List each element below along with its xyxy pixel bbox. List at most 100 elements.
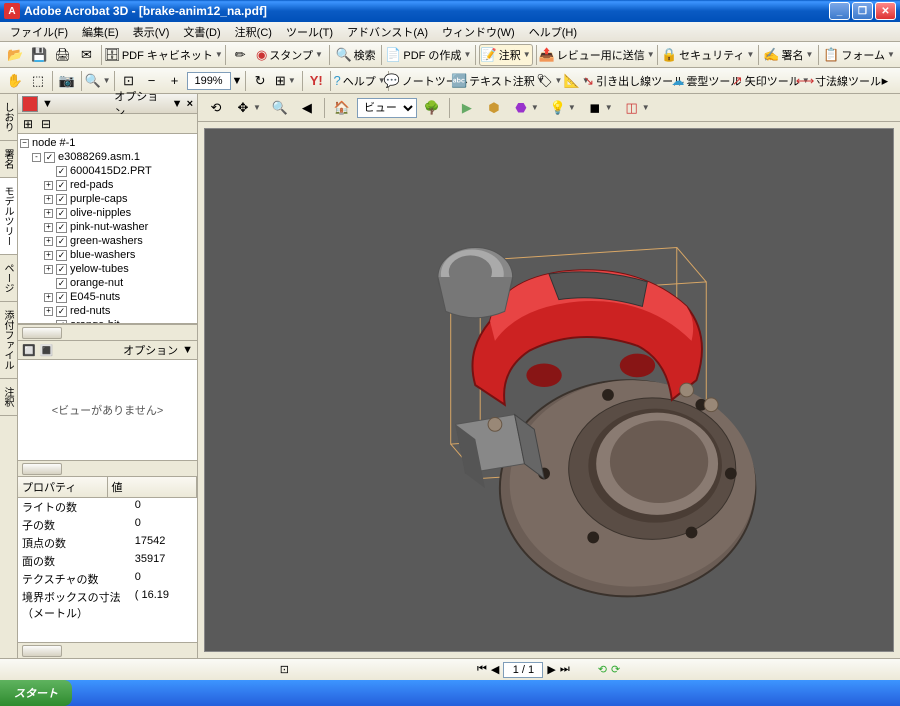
nav-button[interactable]: ✥▼ xyxy=(231,97,265,119)
tree-item[interactable]: +✓olive-nipples xyxy=(20,206,195,220)
tab-bookmarks[interactable]: しおり xyxy=(0,94,17,141)
send-review-button[interactable]: 📤レビュー用に送信▼ xyxy=(540,44,654,66)
menubar: ファイル(F) 編集(E) 表示(V) 文書(D) 注釈(C) ツール(T) ア… xyxy=(0,22,900,42)
fwd-nav-button[interactable]: ⟳ xyxy=(611,663,620,676)
cube-button[interactable]: ⬢ xyxy=(482,97,506,119)
tree-item[interactable]: +✓red-pads xyxy=(20,178,195,192)
menu-window[interactable]: ウィンドウ(W) xyxy=(436,22,521,42)
collapse-all-icon[interactable]: ⊟ xyxy=(38,116,54,132)
cloud-tool[interactable]: ☁雲型ツール xyxy=(676,70,736,92)
prev-page-button[interactable]: ◀ xyxy=(491,663,499,676)
form-button[interactable]: 📋フォーム▼ xyxy=(822,44,896,66)
next-page-button[interactable]: ▶ xyxy=(547,663,555,676)
callout-tool[interactable]: ↘引き出し線ツール xyxy=(592,70,675,92)
menu-document[interactable]: 文書(D) xyxy=(177,22,226,42)
annotate-button[interactable]: 📝注釈▼ xyxy=(479,44,533,66)
save-button[interactable]: 💾 xyxy=(28,44,51,66)
home-button[interactable]: 🏠 xyxy=(330,97,354,119)
first-page-button[interactable]: ⏮ xyxy=(477,663,487,676)
security-button[interactable]: 🔒セキュリティ▼ xyxy=(661,44,755,66)
back-button[interactable]: ◀ xyxy=(295,97,319,119)
views-icon1[interactable]: 🔲 xyxy=(22,344,36,357)
stamp-button[interactable]: ◉スタンプ▼ xyxy=(253,44,327,66)
zoom-input[interactable] xyxy=(187,72,231,90)
3d-canvas[interactable] xyxy=(204,128,894,652)
minimize-button[interactable]: _ xyxy=(829,2,850,20)
section-button[interactable]: ◫▼ xyxy=(620,97,654,119)
tab-modeltree[interactable]: モデルツリー xyxy=(0,178,17,255)
tree-item[interactable]: +✓red-nuts xyxy=(20,304,195,318)
views-icon2[interactable]: 🔳 xyxy=(40,344,54,357)
tree-item[interactable]: -✓e3088269.asm.1 xyxy=(20,150,195,164)
color-swatch[interactable] xyxy=(22,96,38,112)
views-options[interactable]: オプション xyxy=(123,342,178,358)
pdf-create-button[interactable]: 📄PDF の作成▼ xyxy=(385,44,472,66)
menu-advanced[interactable]: アドバンスト(A) xyxy=(341,22,434,42)
note-tool-button[interactable]: 💬ノートツール xyxy=(392,70,460,92)
tree-item[interactable]: +✓yelow-tubes xyxy=(20,262,195,276)
tree-item[interactable]: +✓blue-washers xyxy=(20,248,195,262)
cloud-icon: ☁ xyxy=(671,73,684,89)
view-select[interactable]: ビュー xyxy=(357,98,417,118)
grid-button[interactable]: ⊞▼ xyxy=(272,70,298,92)
menu-view[interactable]: 表示(V) xyxy=(127,22,176,42)
last-page-button[interactable]: ⏭ xyxy=(560,663,570,676)
rotate-3d-button[interactable]: ⟲ xyxy=(204,97,228,119)
pencil-button[interactable]: ✏ xyxy=(229,44,252,66)
tree-item[interactable]: ✓orange-nut xyxy=(20,276,195,290)
note-icon: 📝 xyxy=(481,47,497,63)
snapshot-tool[interactable]: 📷 xyxy=(56,70,78,92)
menu-tools[interactable]: ツール(T) xyxy=(280,22,339,42)
back-nav-button[interactable]: ⟲ xyxy=(598,663,607,676)
tab-signatures[interactable]: 署名 xyxy=(0,141,17,178)
tree-item[interactable]: +✓purple-caps xyxy=(20,192,195,206)
select-tool[interactable]: ⬚ xyxy=(27,70,49,92)
tree-scrollbar[interactable] xyxy=(18,324,197,340)
pdf-cabinet-button[interactable]: 🗄PDF キャビネット▼ xyxy=(105,44,222,66)
swatch-dropdown[interactable]: ▼ xyxy=(42,98,53,110)
sign-button[interactable]: ✍署名▼ xyxy=(761,44,815,66)
rotate-button[interactable]: ↻ xyxy=(249,70,271,92)
tree-item[interactable]: +✓pink-nut-washer xyxy=(20,220,195,234)
print-button[interactable]: 🖨 xyxy=(51,44,74,66)
maximize-button[interactable]: ❐ xyxy=(852,2,873,20)
light-button[interactable]: 💡▼ xyxy=(546,97,580,119)
open-button[interactable]: 📂 xyxy=(4,44,27,66)
menu-edit[interactable]: 編集(E) xyxy=(76,22,125,42)
menu-comment[interactable]: 注釈(C) xyxy=(229,22,278,42)
zoom-dropdown[interactable]: ▼ xyxy=(232,75,243,87)
yahoo-button[interactable]: Y! xyxy=(305,70,327,92)
model-tree[interactable]: −node #-1 -✓e3088269.asm.1✓6000415D2.PRT… xyxy=(18,134,197,324)
tree-item[interactable]: ✓6000415D2.PRT xyxy=(20,164,195,178)
hand-tool[interactable]: ✋ xyxy=(4,70,26,92)
help-button[interactable]: ?ヘルプ▼ xyxy=(334,70,385,92)
start-button[interactable]: スタート xyxy=(0,680,72,706)
arrow-tool[interactable]: ↗矢印ツール▼ xyxy=(737,70,804,92)
dimension-tool[interactable]: ⟷寸法線ツール xyxy=(805,70,873,92)
bgcolor-button[interactable]: ◼▼ xyxy=(583,97,617,119)
zoom-3d-button[interactable]: 🔍 xyxy=(268,97,292,119)
views-scrollbar[interactable] xyxy=(18,460,197,476)
tree-item[interactable]: +✓green-washers xyxy=(20,234,195,248)
page-input[interactable] xyxy=(503,662,543,678)
menu-help[interactable]: ヘルプ(H) xyxy=(523,22,583,42)
play-button[interactable]: ▶ xyxy=(455,97,479,119)
mail-button[interactable]: ✉ xyxy=(75,44,98,66)
tree-root: −node #-1 xyxy=(20,136,195,150)
close-button[interactable]: ✕ xyxy=(875,2,896,20)
tab-attachments[interactable]: 添付ファイル xyxy=(0,302,17,379)
menu-file[interactable]: ファイル(F) xyxy=(4,22,74,42)
search-button[interactable]: 🔍検索 xyxy=(333,44,378,66)
zoom-tool[interactable]: 🔍▼ xyxy=(84,70,110,92)
text-annot-button[interactable]: 🔤テキスト注釈▼ xyxy=(461,70,536,92)
tab-pages[interactable]: ページ xyxy=(0,255,17,302)
tree-item[interactable]: +✓E045-nuts xyxy=(20,290,195,304)
arrow-right[interactable]: ▸ xyxy=(874,70,896,92)
expand-all-icon[interactable]: ⊞ xyxy=(20,116,36,132)
props-scrollbar[interactable] xyxy=(18,642,197,658)
panel-close[interactable]: × xyxy=(187,98,193,110)
render-button[interactable]: ⬣▼ xyxy=(509,97,543,119)
stamp-tool-button[interactable]: 🏷▼ xyxy=(536,70,562,92)
tab-comments[interactable]: 注釈 xyxy=(0,379,17,416)
tree-toggle-button[interactable]: 🌳 xyxy=(420,97,444,119)
